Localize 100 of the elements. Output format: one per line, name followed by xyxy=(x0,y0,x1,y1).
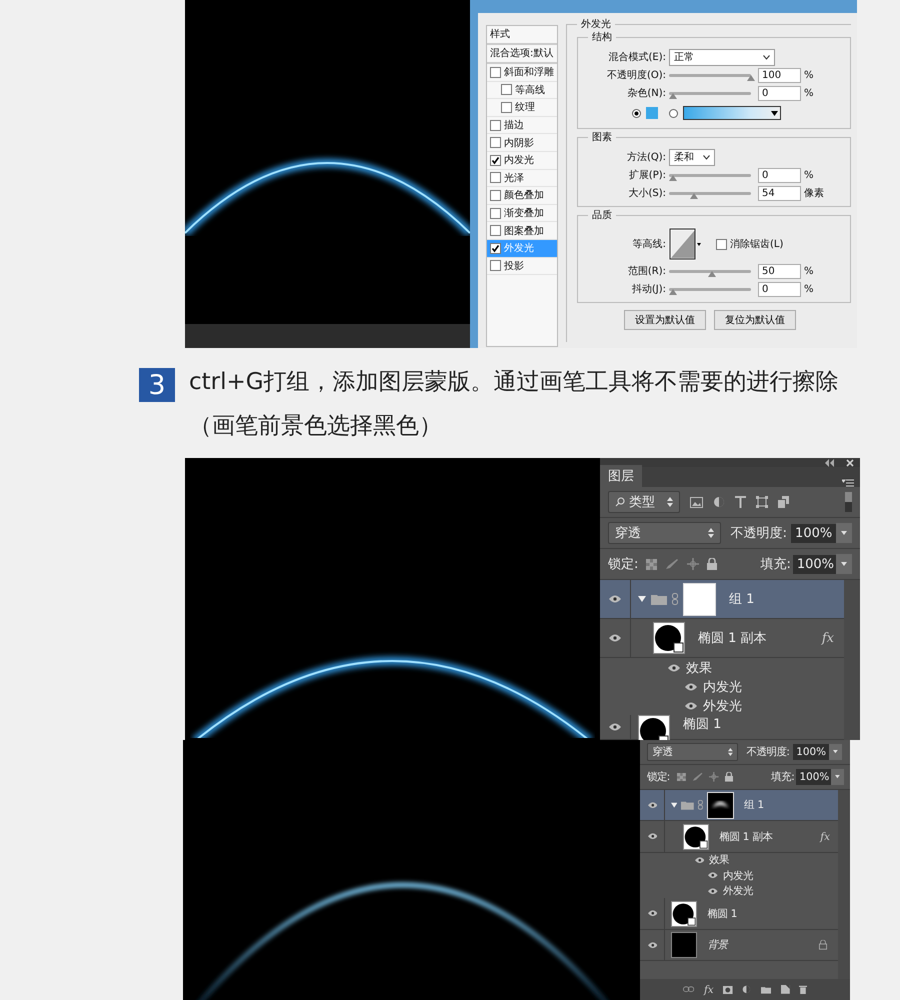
checkbox[interactable] xyxy=(490,225,501,236)
contour-picker[interactable] xyxy=(669,228,703,260)
type-filter-icon[interactable] xyxy=(735,496,746,508)
effect-row[interactable]: 外发光 xyxy=(640,883,838,898)
brush-icon[interactable] xyxy=(665,558,680,570)
lock-icon[interactable] xyxy=(707,558,718,570)
value-field[interactable]: 0 xyxy=(758,168,801,182)
eye-icon[interactable] xyxy=(648,942,658,948)
layers-tab[interactable]: 图层 xyxy=(600,465,642,487)
adjustment-filter-icon[interactable] xyxy=(713,496,725,508)
eye-icon[interactable] xyxy=(708,888,718,894)
eye-icon[interactable] xyxy=(668,664,680,672)
checkbox[interactable] xyxy=(490,66,501,78)
style-item[interactable]: 投影 xyxy=(487,258,557,276)
new-layer-icon[interactable] xyxy=(780,985,790,994)
image-filter-icon[interactable] xyxy=(690,496,703,508)
layer-row[interactable]: 椭圆 1 副本 fx xyxy=(600,619,844,658)
brush-icon[interactable] xyxy=(692,772,704,782)
link-icon[interactable] xyxy=(698,800,703,810)
style-item[interactable]: 斜面和浮雕 xyxy=(487,64,557,82)
layer-name[interactable]: 组 1 xyxy=(729,590,754,608)
layer-row[interactable]: 组 1 xyxy=(640,790,838,822)
lock-pixels-icon[interactable] xyxy=(646,558,658,570)
technique-dropdown[interactable]: 柔和 xyxy=(669,148,715,166)
move-icon[interactable] xyxy=(687,558,700,570)
close-icon[interactable] xyxy=(846,458,854,466)
blend-mode-dropdown[interactable]: 穿透 xyxy=(646,743,738,761)
effect-row[interactable]: 内发光 xyxy=(600,677,844,696)
style-item[interactable]: 等高线 xyxy=(487,82,557,100)
panel-menu-icon[interactable] xyxy=(842,479,854,487)
checkbox[interactable] xyxy=(490,172,501,184)
mask-thumbnail[interactable] xyxy=(706,792,734,819)
effect-row[interactable]: 内发光 xyxy=(640,868,838,884)
move-icon[interactable] xyxy=(709,772,720,782)
blend-options-item[interactable]: 混合选项:默认 xyxy=(487,45,557,64)
lock-icon[interactable] xyxy=(725,772,734,782)
eye-icon[interactable] xyxy=(708,872,718,879)
eye-icon[interactable] xyxy=(685,682,697,690)
style-item[interactable]: 颜色叠加 xyxy=(487,187,557,205)
eye-icon[interactable] xyxy=(648,802,658,808)
style-item[interactable]: 内阴影 xyxy=(487,134,557,152)
layer-name[interactable]: 背景 xyxy=(707,938,728,952)
eye-icon[interactable] xyxy=(648,833,658,840)
effects-row[interactable]: 效果 xyxy=(640,852,838,868)
caret-icon[interactable] xyxy=(771,111,778,116)
style-item[interactable]: 光泽 xyxy=(487,170,557,188)
eye-icon[interactable] xyxy=(609,595,621,603)
checkbox[interactable] xyxy=(490,154,501,166)
gradient-picker[interactable] xyxy=(683,106,781,120)
value-field[interactable]: 54 xyxy=(758,186,801,200)
checkbox[interactable] xyxy=(490,260,501,272)
slider-thumb[interactable] xyxy=(669,288,677,294)
checkbox[interactable] xyxy=(490,120,501,131)
opacity-field[interactable]: 100% xyxy=(791,524,836,542)
layer-name[interactable]: 椭圆 1 xyxy=(707,906,738,921)
dialog-button[interactable]: 设置为默认值 xyxy=(624,310,706,330)
eye-icon[interactable] xyxy=(648,910,658,917)
dialog-button[interactable]: 复位为默认值 xyxy=(714,310,796,330)
shape-filter-icon[interactable] xyxy=(756,496,768,508)
fill-field[interactable]: 100% xyxy=(792,554,838,574)
slider-thumb[interactable] xyxy=(669,174,677,180)
eye-icon[interactable] xyxy=(694,857,704,864)
layer-row[interactable]: 组 1 xyxy=(600,580,844,619)
adjustment-icon[interactable] xyxy=(742,985,752,994)
lock-pixels-icon[interactable] xyxy=(676,772,686,782)
style-item[interactable]: 描边 xyxy=(487,116,557,134)
link-icon[interactable] xyxy=(672,593,678,605)
effects-badge[interactable]: fx xyxy=(822,630,834,646)
dropdown-button[interactable] xyxy=(830,769,844,785)
checkbox[interactable] xyxy=(490,208,501,219)
link-icon[interactable] xyxy=(683,986,694,993)
checkbox[interactable] xyxy=(490,190,501,201)
mask-icon[interactable] xyxy=(723,986,733,994)
eye-icon[interactable] xyxy=(609,634,621,642)
filter-dropdown[interactable]: 类型 xyxy=(608,491,680,513)
mask-thumbnail[interactable] xyxy=(683,582,716,616)
style-item[interactable]: 纹理 xyxy=(487,99,557,117)
layer-name[interactable]: 椭圆 1 副本 xyxy=(719,830,773,844)
slider-thumb[interactable] xyxy=(708,270,716,276)
effects-badge[interactable]: fx xyxy=(820,830,830,843)
blend-mode-dropdown[interactable]: 穿透 xyxy=(608,522,721,544)
effect-row[interactable]: 外发光 xyxy=(600,696,844,715)
add-style-button[interactable]: fx xyxy=(704,984,714,996)
layer-row[interactable]: 椭圆 1 副本 fx xyxy=(640,821,838,853)
blend-mode-dropdown[interactable]: 正常 xyxy=(669,48,775,66)
checkbox[interactable] xyxy=(716,238,727,250)
checkbox[interactable] xyxy=(501,102,512,113)
slider-thumb[interactable] xyxy=(690,192,698,198)
radio-button[interactable] xyxy=(669,108,678,118)
style-item[interactable]: 渐变叠加 xyxy=(487,204,557,222)
eye-icon[interactable] xyxy=(609,723,621,731)
checkbox[interactable] xyxy=(490,137,501,148)
smart-object-filter-icon[interactable] xyxy=(778,496,789,508)
style-item[interactable]: 内发光 xyxy=(487,152,557,170)
layer-name[interactable]: 组 1 xyxy=(744,798,764,812)
layer-name[interactable]: 椭圆 1 xyxy=(683,715,722,733)
slider-thumb[interactable] xyxy=(669,92,677,98)
layer-name[interactable]: 椭圆 1 副本 xyxy=(698,629,767,647)
layer-row[interactable]: 椭圆 1 xyxy=(640,898,838,930)
value-field[interactable]: 0 xyxy=(758,282,801,296)
